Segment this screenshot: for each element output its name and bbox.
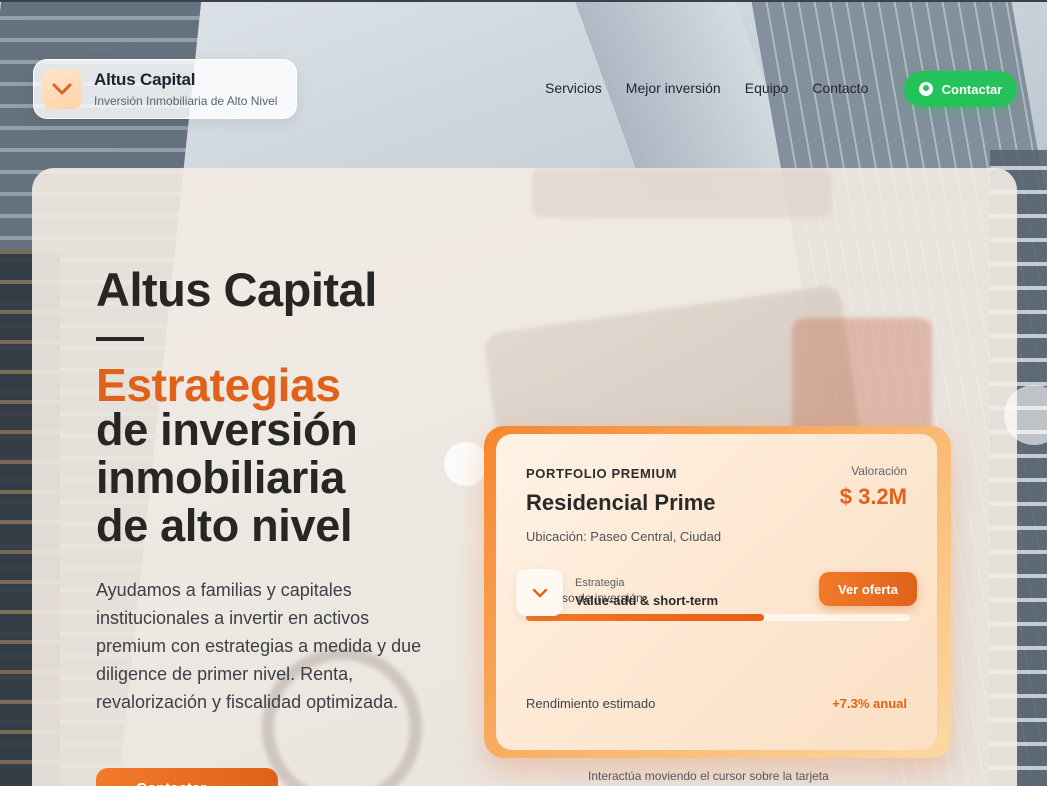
whatsapp-icon [918,82,933,96]
valuation-label: Valoración [851,464,907,478]
nav-contacto[interactable]: Contacto [812,80,868,96]
title-divider [96,337,144,341]
main-nav: Servicios Mejor inversión Equipo Contact… [545,80,892,96]
card-hint-text: Interactúa moviendo el cursor sobre la t… [588,769,829,783]
hero-heading: de inversión inmobiliaria de alto nivel [96,404,358,551]
card-title: Residencial Prime [526,490,716,515]
strategy-badge: Estrategia Value-add & short-term [516,569,718,616]
hero-heading-line-1: de inversión [96,404,358,455]
brand-logo-card[interactable]: Altus Capital Inversión Inmobiliaria de … [33,59,297,119]
brand-subtitle: Inversión Inmobiliaria de Alto Nivel [94,94,278,108]
yield-value: +7.3% anual [832,696,907,711]
hero-title: Altus Capital [96,263,377,316]
whatsapp-contact-button[interactable]: Contactar [904,71,1017,107]
hero-description: Ayudamos a familias y capitales instituc… [96,580,422,712]
chevron-down-icon [516,569,563,616]
valuation-value: $ 3.2M [839,484,907,509]
yield-label: Rendimiento estimado [526,696,656,711]
card-label: PORTFOLIO PREMIUM [526,466,678,481]
strategy-label: Estrategia [575,577,625,589]
strategy-value: Value-add & short-term [575,593,719,608]
hero-heading-line-2: inmobiliaria [96,452,345,503]
nav-equipo[interactable]: Equipo [745,80,789,96]
hero-heading-line-3: de alto nivel [96,500,353,551]
hero-contact-button[interactable]: Contactar [96,768,278,786]
brand-title: Altus Capital [94,70,196,89]
portfolio-card[interactable]: PORTFOLIO PREMIUM Residencial Prime Ubic… [484,426,951,758]
view-offer-button[interactable]: Ver oferta [819,572,917,606]
logo-icon [42,69,82,109]
nav-mejor-inversion[interactable]: Mejor inversión [626,80,721,96]
hero-panel: Altus Capital Estrategias de inversión i… [32,168,1017,786]
card-location: Ubicación: Paseo Central, Ciudad [526,529,722,544]
nav-servicios[interactable]: Servicios [545,80,602,96]
contact-button-label: Contactar [941,81,1003,97]
